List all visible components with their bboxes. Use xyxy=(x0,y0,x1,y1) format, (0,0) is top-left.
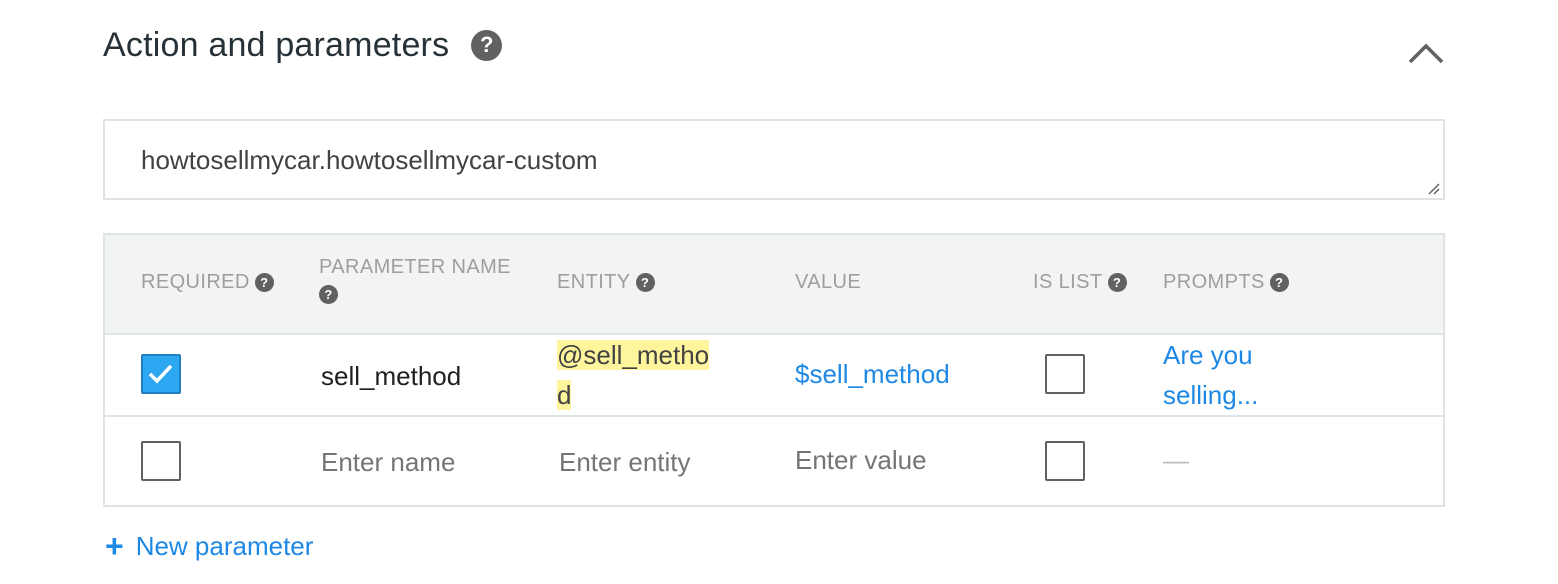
plus-icon: + xyxy=(105,528,124,564)
table-header: REQUIRED ? PARAMETER NAME ? ENTITY ? VAL… xyxy=(105,235,1443,335)
header-prompts: PROMPTS ? xyxy=(1163,271,1289,294)
help-icon[interactable]: ? xyxy=(471,29,503,61)
checkmark-icon xyxy=(148,364,173,384)
help-icon[interactable]: ? xyxy=(319,285,338,304)
prompts-link[interactable]: Are you selling... xyxy=(1163,335,1338,415)
parameter-table: REQUIRED ? PARAMETER NAME ? ENTITY ? VAL… xyxy=(103,233,1445,507)
value-input[interactable] xyxy=(795,445,995,476)
header-is-list: IS LIST ? xyxy=(1033,271,1127,294)
resize-handle-icon[interactable] xyxy=(1425,180,1441,196)
section-header: Action and parameters ? xyxy=(103,20,503,70)
table-row-new: — xyxy=(105,417,1443,507)
section-title: Action and parameters xyxy=(103,25,450,64)
header-value: VALUE xyxy=(795,271,861,294)
header-parameter-name: PARAMETER NAME ? xyxy=(319,256,511,304)
header-value-label: VALUE xyxy=(795,271,862,293)
help-icon[interactable]: ? xyxy=(1107,273,1127,292)
header-required-label: REQUIRED xyxy=(141,271,250,293)
is-list-checkbox[interactable] xyxy=(1045,354,1085,394)
prompts-empty: — xyxy=(1163,445,1189,475)
help-icon[interactable]: ? xyxy=(1269,273,1289,292)
table-row: sell_method @sell_method $sell_method Ar… xyxy=(105,333,1443,417)
entity-value: @sell_method xyxy=(557,340,710,410)
parameter-name-input[interactable] xyxy=(321,447,521,478)
header-is-list-label: IS LIST xyxy=(1033,271,1103,293)
required-checkbox[interactable] xyxy=(141,441,181,481)
header-entity-label: ENTITY xyxy=(557,271,631,293)
header-parameter-name-label: PARAMETER NAME xyxy=(319,256,511,278)
entity-tag[interactable]: @sell_method xyxy=(557,335,717,415)
action-name-value: howtosellmycar.howtosellmycar-custom xyxy=(141,145,598,175)
action-name-input[interactable]: howtosellmycar.howtosellmycar-custom xyxy=(103,119,1445,200)
new-parameter-button[interactable]: + New parameter xyxy=(105,530,313,562)
entity-input[interactable] xyxy=(559,447,759,478)
is-list-checkbox[interactable] xyxy=(1045,441,1085,481)
parameter-name[interactable]: sell_method xyxy=(321,361,461,392)
header-prompts-label: PROMPTS xyxy=(1163,271,1265,293)
required-checkbox[interactable] xyxy=(141,354,181,394)
help-icon[interactable]: ? xyxy=(254,273,274,292)
parameter-value[interactable]: $sell_method xyxy=(795,359,950,390)
help-icon[interactable]: ? xyxy=(635,273,655,292)
chevron-up-icon[interactable] xyxy=(1406,36,1446,70)
header-required: REQUIRED ? xyxy=(141,271,274,294)
header-entity: ENTITY ? xyxy=(557,271,655,294)
new-parameter-label: New parameter xyxy=(135,530,314,561)
